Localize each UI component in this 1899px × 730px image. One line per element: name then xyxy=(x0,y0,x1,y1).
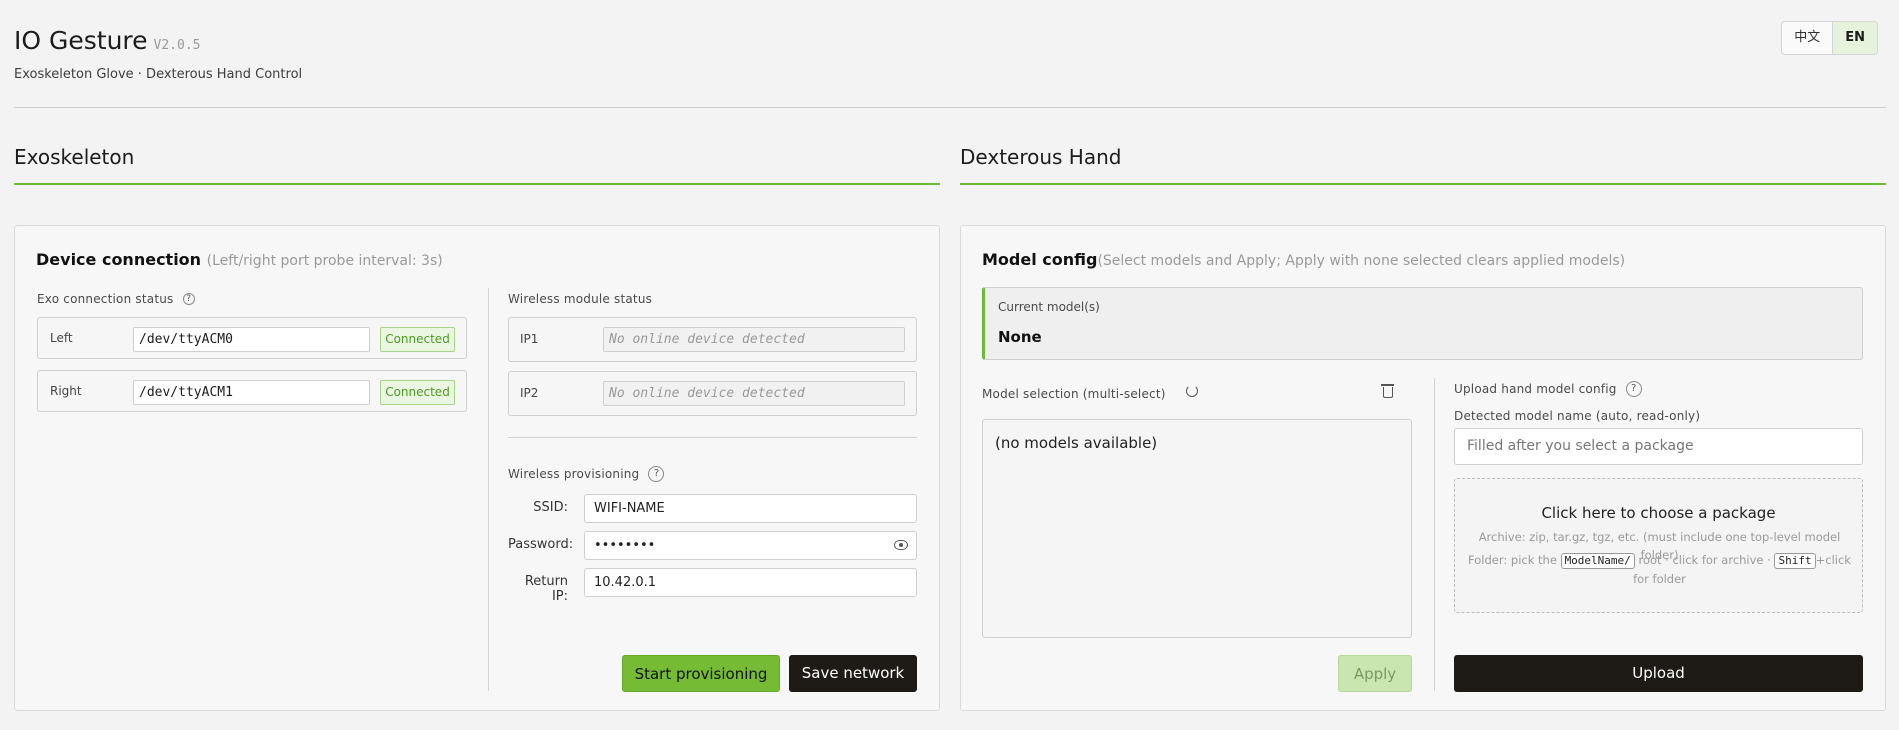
return-ip-input[interactable]: 10.42.0.1 xyxy=(584,568,917,597)
device-connection-title: Device connection xyxy=(36,250,202,269)
help-circle-icon[interactable]: ? xyxy=(182,292,195,305)
help-circle-icon[interactable]: ? xyxy=(648,465,665,482)
model-selection-label: Model selection (multi-select) xyxy=(982,387,1166,401)
port-side-label: Right xyxy=(50,384,82,398)
package-dropzone[interactable]: Click here to choose a package Archive: … xyxy=(1454,478,1863,613)
help-circle-icon[interactable]: ? xyxy=(1625,380,1642,397)
exoskeleton-section-title: Exoskeleton xyxy=(14,142,940,185)
start-provisioning-button[interactable]: Start provisioning xyxy=(622,655,780,692)
device-connection-panel: Device connection (Left/right port probe… xyxy=(14,225,940,711)
wireless-status-label: Wireless module status xyxy=(508,292,653,306)
save-network-button[interactable]: Save network xyxy=(789,655,917,692)
model-config-heading: Model config(Select models and Apply; Ap… xyxy=(982,250,1625,269)
detected-model-label: Detected model name (auto, read-only) xyxy=(1454,409,1701,423)
password-label: Password: xyxy=(508,537,574,552)
wireless-divider xyxy=(508,437,917,438)
return-ip-label: Return IP: xyxy=(524,574,568,604)
app-version: V2.0.5 xyxy=(153,38,201,53)
port-row-right: Right /dev/ttyACM1 Connected xyxy=(37,370,467,412)
dropzone-folder-hint: Folder: pick the ModelName/ root · click… xyxy=(1465,551,1854,569)
ip-row-2: IP2 No online device detected xyxy=(508,371,917,416)
dropzone-folder-hint-end: for folder xyxy=(1633,572,1686,586)
exo-status-label-wrap: Exo connection status ? xyxy=(37,288,195,307)
device-connection-heading: Device connection (Left/right port probe… xyxy=(36,250,443,269)
exoskeleton-section-text: Exoskeleton xyxy=(14,145,135,169)
port-field-right[interactable]: /dev/ttyACM1 xyxy=(133,380,370,405)
port-field-left[interactable]: /dev/ttyACM0 xyxy=(133,327,370,352)
model-selection-label-wrap: Model selection (multi-select) xyxy=(982,383,1166,402)
ip1-field[interactable]: No online device detected xyxy=(603,327,905,352)
detected-label-wrap: Detected model name (auto, read-only) xyxy=(1454,405,1700,424)
status-badge-left: Connected xyxy=(380,327,455,352)
model-folder-kbd: ModelName/ xyxy=(1560,553,1635,569)
ssid-label: SSID: xyxy=(533,500,568,515)
current-model-label: Current model(s) xyxy=(998,300,1100,314)
eye-icon[interactable] xyxy=(894,540,908,550)
provisioning-label-wrap: Wireless provisioning ? xyxy=(508,463,665,482)
dexterous-hand-section-title: Dexterous Hand xyxy=(960,142,1886,185)
model-config-panel: Model config(Select models and Apply; Ap… xyxy=(960,225,1886,711)
app-title: IO Gesture V2.0.5 xyxy=(14,26,201,55)
column-divider xyxy=(488,288,489,691)
upload-label: Upload hand model config xyxy=(1454,382,1617,396)
upload-label-wrap: Upload hand model config ? xyxy=(1454,378,1642,397)
port-row-left: Left /dev/ttyACM0 Connected xyxy=(37,317,467,359)
upload-button[interactable]: Upload xyxy=(1454,655,1863,692)
refresh-icon[interactable] xyxy=(1186,385,1198,397)
current-model-value: None xyxy=(998,328,1042,346)
provisioning-label: Wireless provisioning xyxy=(508,467,640,481)
wireless-status-label-wrap: Wireless module status xyxy=(508,288,652,307)
dz-text-c: +click xyxy=(1815,553,1851,567)
ip-row-1: IP1 No online device detected xyxy=(508,317,917,362)
password-value: •••••••• xyxy=(594,538,656,553)
column-divider xyxy=(1434,378,1435,691)
ip-name-label: IP1 xyxy=(520,332,539,346)
shift-kbd: Shift xyxy=(1774,553,1816,569)
no-models-text: (no models available) xyxy=(995,434,1158,452)
apply-button[interactable]: Apply xyxy=(1338,655,1412,692)
detected-model-field[interactable]: Filled after you select a package xyxy=(1454,428,1863,465)
current-model-box: Current model(s) None xyxy=(982,287,1863,360)
app-header: IO Gesture V2.0.5 Exoskeleton Glove · Dex… xyxy=(14,20,1886,108)
ip2-field[interactable]: No online device detected xyxy=(603,381,905,406)
app-title-text: IO Gesture xyxy=(14,26,148,55)
status-badge-right: Connected xyxy=(380,380,455,405)
password-input[interactable]: •••••••• xyxy=(584,531,917,560)
port-side-label: Left xyxy=(50,331,73,345)
ip-name-label: IP2 xyxy=(520,386,539,400)
dexterous-hand-section-text: Dexterous Hand xyxy=(960,145,1122,169)
dz-text-a: Folder: pick the xyxy=(1468,553,1557,567)
lang-zh-button[interactable]: 中文 xyxy=(1782,22,1832,54)
ssid-input[interactable]: WIFI-NAME xyxy=(584,494,917,523)
model-selection-list[interactable]: (no models available) xyxy=(982,419,1412,638)
language-switch: 中文 EN xyxy=(1781,21,1878,55)
model-config-hint: (Select models and Apply; Apply with non… xyxy=(1097,253,1626,269)
model-config-title: Model config xyxy=(982,250,1098,269)
device-connection-hint: (Left/right port probe interval: 3s) xyxy=(206,253,443,269)
dropzone-title: Click here to choose a package xyxy=(1541,504,1776,522)
dz-text-b: root · click for archive · xyxy=(1638,553,1771,567)
exo-status-label: Exo connection status xyxy=(37,292,174,306)
lang-en-button[interactable]: EN xyxy=(1832,22,1877,54)
trash-icon[interactable] xyxy=(1381,384,1394,398)
app-subtitle: Exoskeleton Glove · Dexterous Hand Contr… xyxy=(14,67,303,82)
